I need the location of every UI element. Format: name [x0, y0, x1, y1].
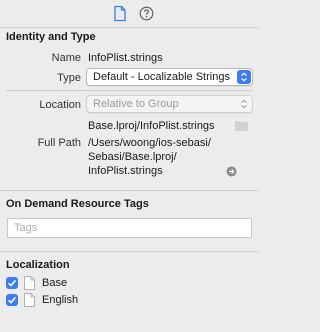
divider	[0, 27, 259, 28]
document-icon	[24, 293, 35, 307]
chevron-up-down-icon	[237, 70, 251, 84]
type-label: Type	[57, 72, 81, 84]
fullpath-label: Full Path	[37, 137, 81, 149]
fullpath-line: /Users/woong/ios-sebasi/	[88, 137, 211, 149]
on-demand-section-header: On Demand Resource Tags	[6, 198, 149, 210]
localization-item-label: Base	[42, 277, 68, 289]
location-popup-value: Relative to Group	[93, 98, 179, 110]
tags-input[interactable]: Tags	[7, 218, 252, 238]
inspector-tab-bar	[0, 0, 259, 27]
location-label: Location	[39, 99, 81, 111]
tags-placeholder: Tags	[14, 222, 38, 234]
localization-section-header: Localization	[6, 259, 70, 271]
location-path: Base.lproj/InfoPlist.strings	[88, 120, 215, 132]
type-popup-value: Default - Localizable Strings	[93, 71, 230, 83]
folder-icon[interactable]	[235, 120, 248, 131]
type-popup[interactable]: Default - Localizable Strings	[86, 68, 253, 86]
english-checkbox[interactable]	[6, 294, 18, 306]
checkmark-icon	[8, 279, 17, 287]
location-popup[interactable]: Relative to Group	[86, 95, 253, 113]
reveal-arrow-icon[interactable]	[226, 166, 237, 177]
inspector-footer	[0, 313, 259, 332]
divider	[6, 90, 253, 91]
localization-item-label: English	[42, 294, 79, 306]
checkmark-icon	[8, 296, 17, 304]
divider	[0, 190, 259, 191]
divider	[0, 251, 259, 252]
identity-section-header: Identity and Type	[6, 31, 96, 43]
fullpath-line: InfoPlist.strings	[88, 165, 163, 177]
name-label: Name	[51, 52, 81, 64]
help-icon[interactable]	[139, 6, 154, 21]
name-value[interactable]: InfoPlist.strings	[88, 52, 163, 64]
base-checkbox[interactable]	[6, 277, 18, 289]
document-icon	[24, 276, 35, 290]
fullpath-line: Sebasi/Base.lproj/	[88, 151, 177, 163]
file-icon[interactable]	[112, 5, 128, 22]
chevron-up-down-icon	[237, 97, 251, 111]
